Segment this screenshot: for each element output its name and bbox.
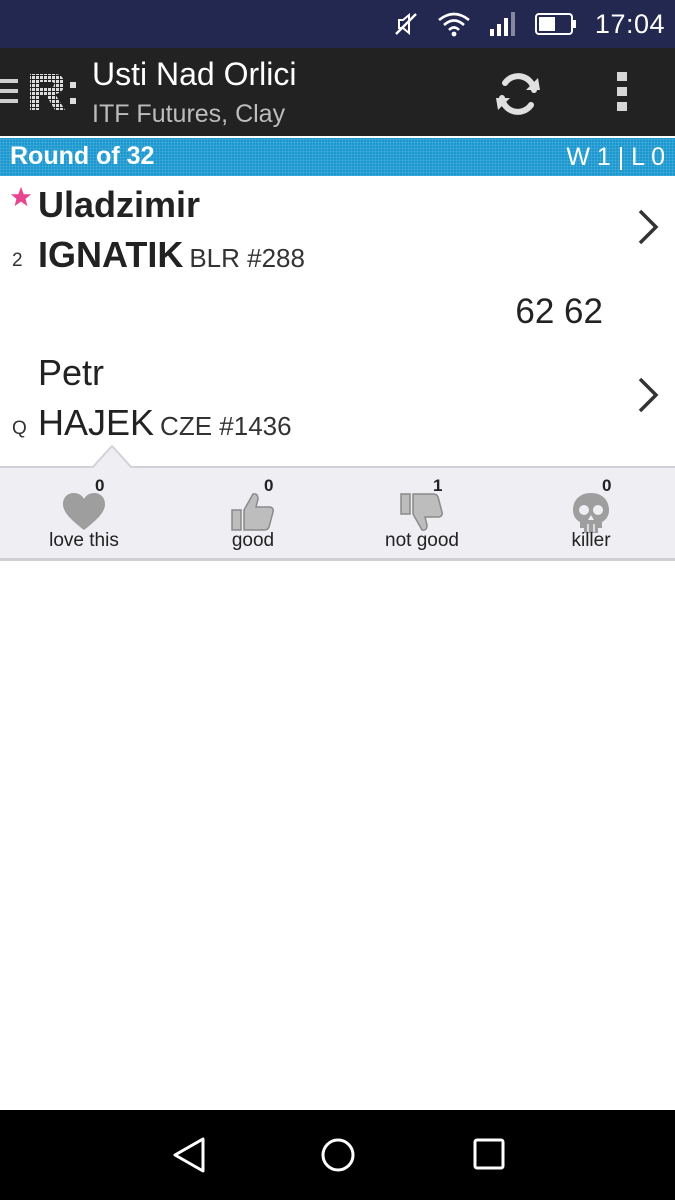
reaction-killer[interactable]: 0 killer (507, 468, 675, 558)
reaction-not-good[interactable]: 1 not good (338, 468, 506, 558)
win-loss-record: W 1 | L 0 (566, 143, 665, 171)
signal-icon (489, 11, 517, 37)
reactions-bar: 0 love this 0 good 1 not good 0 killer (0, 466, 675, 561)
thumbs-up-icon (169, 492, 337, 534)
favorite-star-icon (10, 186, 32, 213)
home-icon[interactable] (318, 1135, 358, 1175)
system-nav-bar (0, 1110, 675, 1200)
page-subtitle: ITF Futures, Clay (92, 100, 286, 128)
player-last-name: IGNATIK (38, 234, 184, 275)
round-label: Round of 32 (10, 142, 155, 170)
match-score: 62 62 (515, 292, 603, 331)
drawer-icon[interactable] (0, 78, 20, 109)
round-header: Round of 32 W 1 | L 0 (0, 138, 675, 176)
reaction-love-this[interactable]: 0 love this (0, 468, 168, 558)
player-country-rank: CZE #1436 (160, 411, 292, 441)
skull-icon (507, 492, 675, 534)
player-country-rank: BLR #288 (189, 243, 305, 273)
status-icons: 17:04 (393, 0, 665, 48)
recents-icon[interactable] (470, 1135, 510, 1175)
status-time: 17:04 (594, 8, 665, 39)
page-title: Usti Nad Orlici (92, 56, 297, 92)
match-card[interactable]: Uladzimir 2 IGNATIK BLR #288 62 62 Petr Q… (0, 176, 675, 466)
player-row-hajek[interactable]: Petr Q HAJEK CZE #1436 (0, 344, 675, 444)
reaction-good[interactable]: 0 good (169, 468, 337, 558)
mute-icon (393, 11, 419, 37)
battery-icon (534, 13, 577, 35)
player-row-ignatik[interactable]: Uladzimir 2 IGNATIK BLR #288 (0, 176, 675, 276)
chevron-right-icon[interactable] (637, 208, 659, 251)
player-seed: 2 (12, 250, 23, 271)
reaction-label: not good (385, 530, 459, 551)
player-name-line: IGNATIK BLR #288 (38, 234, 305, 276)
reaction-label: good (231, 530, 275, 551)
app-logo (28, 72, 78, 112)
status-bar: 17:04 (0, 0, 675, 48)
player-seed: Q (12, 418, 27, 439)
heart-icon (0, 492, 168, 534)
back-icon[interactable] (170, 1135, 210, 1175)
player-first-name: Petr (38, 352, 105, 393)
player-first-name: Uladzimir (38, 184, 201, 225)
reaction-label: love this (49, 530, 119, 551)
wifi-icon (437, 11, 471, 37)
player-last-name: HAJEK (38, 402, 155, 443)
overflow-menu-icon[interactable] (610, 70, 634, 114)
thumbs-down-icon (338, 492, 506, 534)
reaction-pointer (91, 442, 133, 469)
reaction-label: killer (571, 530, 611, 551)
chevron-right-icon[interactable] (637, 376, 659, 419)
refresh-icon[interactable] (494, 70, 542, 118)
app-bar: Usti Nad Orlici ITF Futures, Clay (0, 48, 675, 136)
player-name-line: HAJEK CZE #1436 (38, 402, 292, 444)
